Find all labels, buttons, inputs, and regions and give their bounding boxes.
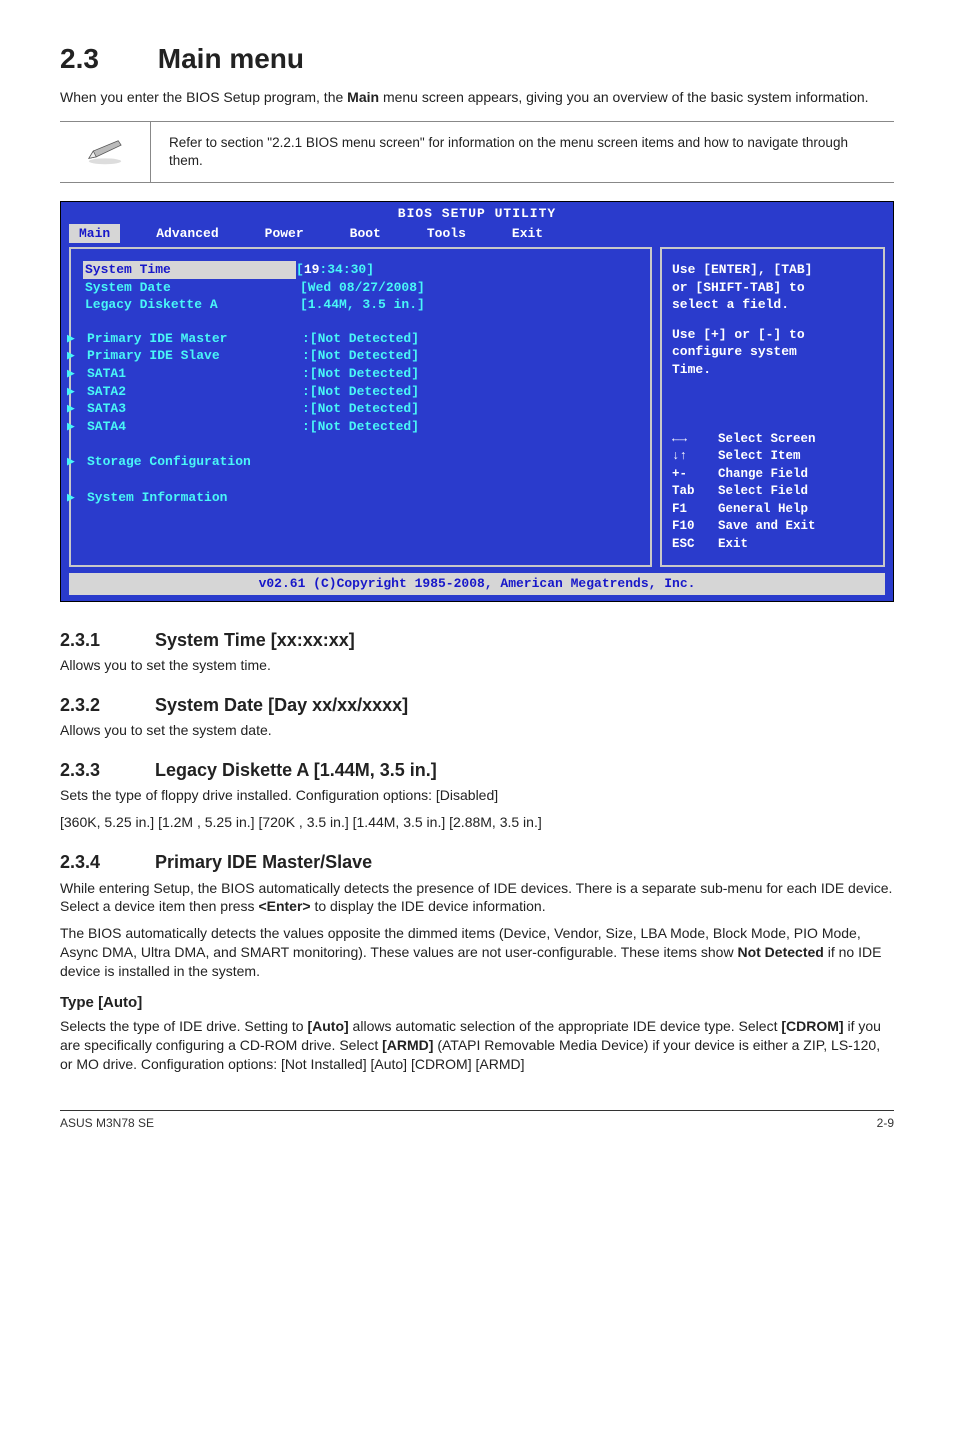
bios-title: BIOS SETUP UTILITY [61, 202, 893, 224]
row-pide-slave[interactable]: ▶ Primary IDE Slave :[Not Detected] [85, 347, 636, 365]
val-pide-slave: :[Not Detected] [302, 347, 419, 365]
row-system-info[interactable]: ▶ System Information [85, 489, 636, 507]
label-sysinfo: System Information [87, 489, 302, 507]
section-number: 2.3 [60, 40, 150, 78]
tab-power[interactable]: Power [255, 224, 314, 244]
submenu-arrow-icon: ▶ [67, 400, 87, 418]
heading-2-3-3: 2.3.3 Legacy Diskette A [1.44M, 3.5 in.] [60, 758, 894, 782]
page-footer: ASUS M3N78 SE 2-9 [60, 1110, 894, 1131]
body-2-3-3b: [360K, 5.25 in.] [1.2M , 5.25 in.] [720K… [60, 813, 894, 832]
bios-footer: v02.61 (C)Copyright 1985-2008, American … [69, 573, 885, 595]
heading-2-3-2: 2.3.2 System Date [Day xx/xx/xxxx] [60, 693, 894, 717]
label-sata3: SATA3 [87, 400, 302, 418]
val-sata1: :[Not Detected] [302, 365, 419, 383]
body-2-3-4-p2: The BIOS automatically detects the value… [60, 924, 894, 981]
label-storage: Storage Configuration [87, 453, 302, 471]
label-system-time: System Time [83, 261, 296, 279]
bios-tabbar: Main Advanced Power Boot Tools Exit [61, 224, 893, 248]
heading-2-3-4: 2.3.4 Primary IDE Master/Slave [60, 850, 894, 874]
val-legacy: [1.44M, 3.5 in.] [300, 296, 425, 314]
tab-advanced[interactable]: Advanced [146, 224, 228, 244]
label-system-date: System Date [85, 279, 300, 297]
note-icon-cell [60, 122, 150, 180]
submenu-arrow-icon: ▶ [67, 347, 87, 365]
label-legacy: Legacy Diskette A [85, 296, 300, 314]
submenu-arrow-icon: ▶ [67, 365, 87, 383]
intro-bold: Main [347, 89, 379, 105]
pencil-icon [83, 136, 127, 166]
label-sata1: SATA1 [87, 365, 302, 383]
body-2-3-3a: Sets the type of floppy drive installed.… [60, 786, 894, 805]
row-sata4[interactable]: ▶ SATA4 :[Not Detected] [85, 418, 636, 436]
section-heading: 2.3 Main menu [60, 40, 894, 78]
row-system-time[interactable]: System Time [19:34:30] [85, 261, 636, 279]
tab-main[interactable]: Main [69, 224, 120, 244]
heading-2-3-1: 2.3.1 System Time [xx:xx:xx] [60, 628, 894, 652]
submenu-arrow-icon: ▶ [67, 330, 87, 348]
bios-main-panel: System Time [19:34:30] System Date [Wed … [69, 247, 652, 567]
tab-boot[interactable]: Boot [340, 224, 391, 244]
bios-help-keys: ←→Select Screen ↓↑Select Item +-Change F… [672, 431, 873, 554]
row-storage-config[interactable]: ▶ Storage Configuration [85, 453, 636, 471]
val-sata3: :[Not Detected] [302, 400, 419, 418]
bios-help-top: Use [ENTER], [TAB] or [SHIFT-TAB] to sel… [672, 261, 873, 378]
note-text: Refer to section "2.2.1 BIOS menu screen… [150, 122, 894, 182]
tab-tools[interactable]: Tools [417, 224, 476, 244]
footer-left: ASUS M3N78 SE [60, 1115, 154, 1131]
val-sata2: :[Not Detected] [302, 383, 419, 401]
submenu-arrow-icon: ▶ [67, 383, 87, 401]
label-sata4: SATA4 [87, 418, 302, 436]
submenu-arrow-icon: ▶ [67, 453, 87, 471]
submenu-arrow-icon: ▶ [67, 418, 87, 436]
submenu-arrow-icon: ▶ [67, 489, 87, 507]
val-system-date: [Wed 08/27/2008] [300, 279, 425, 297]
section-title-text: Main menu [158, 43, 304, 74]
val-sata4: :[Not Detected] [302, 418, 419, 436]
body-2-3-2: Allows you to set the system date. [60, 721, 894, 740]
tab-exit[interactable]: Exit [502, 224, 553, 244]
val-system-time: [19:34:30] [296, 261, 374, 279]
row-sata1[interactable]: ▶ SATA1 :[Not Detected] [85, 365, 636, 383]
heading-type-auto: Type [Auto] [60, 993, 894, 1013]
row-sata3[interactable]: ▶ SATA3 :[Not Detected] [85, 400, 636, 418]
body-2-3-4-p1: While entering Setup, the BIOS automatic… [60, 879, 894, 917]
label-sata2: SATA2 [87, 383, 302, 401]
val-pide-master: :[Not Detected] [302, 330, 419, 348]
label-pide-slave: Primary IDE Slave [87, 347, 302, 365]
row-sata2[interactable]: ▶ SATA2 :[Not Detected] [85, 383, 636, 401]
footer-right: 2-9 [877, 1115, 894, 1131]
row-legacy-diskette[interactable]: Legacy Diskette A [1.44M, 3.5 in.] [85, 296, 636, 314]
intro-paragraph: When you enter the BIOS Setup program, t… [60, 88, 894, 107]
note-callout: Refer to section "2.2.1 BIOS menu screen… [60, 121, 894, 183]
body-2-3-1: Allows you to set the system time. [60, 656, 894, 675]
bios-help-panel: Use [ENTER], [TAB] or [SHIFT-TAB] to sel… [660, 247, 885, 567]
row-pide-master[interactable]: ▶ Primary IDE Master :[Not Detected] [85, 330, 636, 348]
row-system-date[interactable]: System Date [Wed 08/27/2008] [85, 279, 636, 297]
bios-screenshot: BIOS SETUP UTILITY Main Advanced Power B… [60, 201, 894, 602]
label-pide-master: Primary IDE Master [87, 330, 302, 348]
body-type-auto: Selects the type of IDE drive. Setting t… [60, 1017, 894, 1074]
